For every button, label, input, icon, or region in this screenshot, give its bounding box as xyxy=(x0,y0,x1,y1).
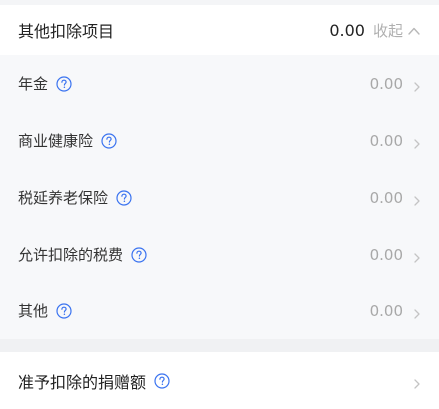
help-icon[interactable] xyxy=(101,132,117,149)
help-icon[interactable] xyxy=(56,302,72,319)
deduction-item-tax-deferred-pension[interactable]: 税延养老保险 0.00 xyxy=(0,169,439,226)
header-amount: 0.00 xyxy=(329,20,365,40)
help-icon[interactable] xyxy=(131,246,147,263)
donation-deduction-row[interactable]: 准予扣除的捐赠额 xyxy=(0,352,439,409)
item-left: 年金 xyxy=(18,73,72,94)
item-right: 0.00 xyxy=(370,189,421,207)
item-right: 0.00 xyxy=(370,132,421,150)
item-left: 商业健康险 xyxy=(18,130,117,151)
item-label: 年金 xyxy=(18,75,49,93)
item-value: 0.00 xyxy=(369,131,403,150)
help-icon[interactable] xyxy=(56,75,72,92)
item-value: 0.00 xyxy=(369,301,403,320)
collapse-label[interactable]: 收起 xyxy=(373,20,403,41)
deduction-items-list: 年金 0.00 商业健康险 0.00 税延养老保险 0.00 允许扣除的税费 0… xyxy=(0,55,439,339)
donation-label: 准予扣除的捐赠额 xyxy=(18,372,147,392)
deduction-item-annuity[interactable]: 年金 0.00 xyxy=(0,55,439,112)
chevron-right-icon xyxy=(413,375,421,389)
item-left: 允许扣除的税费 xyxy=(18,244,147,265)
item-value: 0.00 xyxy=(369,74,403,93)
chevron-right-icon xyxy=(413,305,421,319)
chevron-up-icon[interactable] xyxy=(407,23,421,37)
item-label: 商业健康险 xyxy=(18,132,94,150)
help-icon[interactable] xyxy=(154,372,170,389)
chevron-right-icon xyxy=(413,249,421,263)
item-right: 0.00 xyxy=(370,75,421,93)
item-value: 0.00 xyxy=(369,245,403,264)
header-title: 其他扣除项目 xyxy=(18,22,115,41)
other-deductions-header[interactable]: 其他扣除项目 0.00 收起 xyxy=(0,5,439,55)
item-label: 允许扣除的税费 xyxy=(18,246,124,264)
deduction-item-other[interactable]: 其他 0.00 xyxy=(0,282,439,339)
item-label: 其他 xyxy=(18,302,49,320)
item-label: 税延养老保险 xyxy=(18,189,109,207)
chevron-right-icon xyxy=(413,135,421,149)
item-right: 0.00 xyxy=(370,246,421,264)
chevron-right-icon xyxy=(413,192,421,206)
section-divider xyxy=(0,339,439,352)
chevron-right-icon xyxy=(413,78,421,92)
item-value: 0.00 xyxy=(369,188,403,207)
deduction-item-health-insurance[interactable]: 商业健康险 0.00 xyxy=(0,112,439,169)
item-right: 0.00 xyxy=(370,302,421,320)
deduction-item-allowed-taxes[interactable]: 允许扣除的税费 0.00 xyxy=(0,226,439,283)
item-left: 税延养老保险 xyxy=(18,187,132,208)
help-icon[interactable] xyxy=(116,189,132,206)
header-right[interactable]: 0.00 收起 xyxy=(329,20,421,41)
item-left: 准予扣除的捐赠额 xyxy=(18,369,170,393)
item-left: 其他 xyxy=(18,300,72,321)
